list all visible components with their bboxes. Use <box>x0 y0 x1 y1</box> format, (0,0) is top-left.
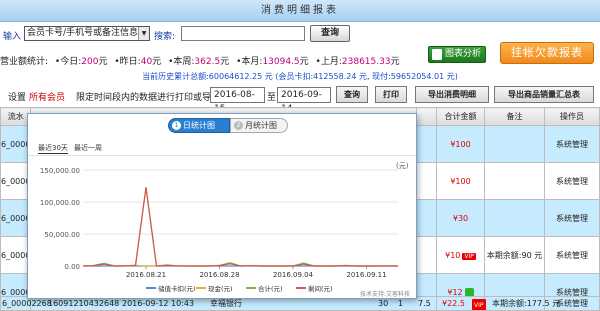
input-label: 输入 <box>3 29 21 42</box>
x-tick-label: 2016.09.04 <box>273 271 314 279</box>
filter-query-button[interactable]: 查询 <box>336 86 368 103</box>
legend-label: 合计(元) <box>258 284 283 293</box>
history-unit: 元 <box>265 72 273 81</box>
history-label: 当前历史累计总额: <box>142 72 209 81</box>
legend-label: 现金(元) <box>208 284 233 293</box>
yesterday-unit: 元 <box>152 55 161 69</box>
history-total: 60064612.25 <box>209 72 262 81</box>
col-operator: 操作员 <box>545 108 600 126</box>
chart-icon <box>432 49 442 60</box>
daily-line-chart: 0.00 50,000.00 100,000.00 150,000.00 (元) 2016… <box>28 158 416 298</box>
row-note <box>485 200 545 237</box>
row-amount: ¥100 <box>437 126 485 163</box>
member-value: 412558.24 <box>313 72 356 81</box>
search-input[interactable] <box>181 26 305 41</box>
credit-text: 技术支持:艾客科技 <box>360 290 410 298</box>
query-button[interactable]: 查询 <box>310 25 350 42</box>
search-type-select[interactable]: 会员卡号/手机号或备注信息 ▼ <box>24 26 150 41</box>
yesterday-value: 40 <box>141 55 152 69</box>
col-total: 合计金额 <box>437 108 485 126</box>
lastmonth-unit: 元 <box>391 55 400 69</box>
lastmonth-value: 238615.33 <box>342 55 391 69</box>
row-note: 本期余额:177.5 元 <box>492 297 560 310</box>
history-summary: 当前历史累计总额:60064612.25 元 (会员卡扣:412558.24 元… <box>0 71 600 82</box>
history-end: 元) <box>447 72 458 81</box>
subtab-recent-week[interactable]: 最近一周 <box>74 143 102 153</box>
lastmonth-label: 上月: <box>321 55 342 69</box>
range-text: 限定时间段内的数据进行打印或导出 <box>76 90 220 103</box>
month-label: 本月: <box>241 55 262 69</box>
date-from-input[interactable]: 2016-08-15 <box>210 87 265 103</box>
tab-monthly-label: 月统计图 <box>245 121 277 130</box>
vip-badge: VIP <box>462 253 476 260</box>
y-axis-unit: (元) <box>396 162 409 170</box>
window-title: 消费明细报表 <box>0 0 600 22</box>
chevron-down-icon[interactable]: ▼ <box>138 27 149 40</box>
row-amount: ¥30 <box>437 200 485 237</box>
tab-number-icon: 2 <box>234 121 243 130</box>
tab-daily-label: 日统计图 <box>183 121 215 130</box>
row-note: 本期余额:90 元 <box>485 237 545 274</box>
row-note <box>485 163 545 200</box>
export-summary-button[interactable]: 导出商品销量汇总表 <box>494 86 594 103</box>
tab-daily-chart[interactable]: 1日统计图 <box>168 118 230 133</box>
print-button[interactable]: 打印 <box>375 86 407 103</box>
date-to-input[interactable]: 2016-09-14 <box>277 87 331 103</box>
y-tick-label: 100,000.00 <box>40 199 80 207</box>
row-amount: ¥22.5 <box>442 297 465 310</box>
cash-label: 元, 现付: <box>359 72 391 81</box>
today-unit: 元 <box>98 55 107 69</box>
debt-report-button[interactable]: 挂帐欠款报表 <box>500 42 594 64</box>
legend-label: 储值卡扣(元) <box>158 284 196 293</box>
filter-bar: 设置 所有会员 限定时间段内的数据进行打印或导出 2016-08-15 至 20… <box>0 86 600 104</box>
y-tick-label: 150,000.00 <box>40 167 80 175</box>
x-tick-label: 2016.08.28 <box>199 271 239 279</box>
col-note: 备注 <box>485 108 545 126</box>
row-note <box>485 126 545 163</box>
all-members-link[interactable]: 所有会员 <box>29 90 65 103</box>
row-operator: 系统管理 <box>545 163 600 200</box>
col-blank <box>417 108 437 126</box>
row-operator: 系统管理 <box>545 126 600 163</box>
member-label: (会员卡扣: <box>275 72 313 81</box>
row-operator: 系统管理 <box>556 297 588 310</box>
legend-label: 剩间(元) <box>308 284 333 293</box>
chart-analysis-button[interactable]: 图表分析 <box>428 46 486 63</box>
subtab-recent30[interactable]: 最近30天 <box>38 143 68 154</box>
search-label: 搜索: <box>154 29 175 42</box>
chart-tabs: 1日统计图 2月统计图 <box>168 118 288 133</box>
row-amount: ¥10 <box>445 251 460 260</box>
business-stats: 营业额统计: •今日:200元 •昨日:40元 •本周:362.5元 •本月:1… <box>0 55 430 69</box>
vip-badge: VIP <box>472 299 486 310</box>
month-unit: 元 <box>300 55 309 69</box>
week-label: 本周: <box>173 55 194 69</box>
y-tick-label: 0.00 <box>64 263 80 271</box>
x-tick-label: 2016.08.21 <box>126 271 166 279</box>
export-detail-button[interactable]: 导出消费明细 <box>415 86 489 103</box>
month-value: 13094.5 <box>262 55 299 69</box>
search-type-value: 会员卡号/手机号或备注信息 <box>27 28 138 38</box>
row-amount: ¥100 <box>437 163 485 200</box>
row-operator: 系统管理 <box>545 237 600 274</box>
tab-monthly-chart[interactable]: 2月统计图 <box>230 118 288 133</box>
row-price: 7.5 <box>418 297 431 310</box>
tab-number-icon: 1 <box>172 121 181 130</box>
cash-value: 59652054.01 <box>391 72 444 81</box>
row-operator: 系统管理 <box>545 200 600 237</box>
week-value: 362.5 <box>194 55 220 69</box>
today-label: 今日: <box>60 55 81 69</box>
y-tick-label: 50,000.00 <box>44 231 80 239</box>
yesterday-label: 昨日: <box>120 55 141 69</box>
series-line <box>83 187 398 266</box>
today-value: 200 <box>81 55 98 69</box>
series-line <box>83 187 398 266</box>
search-bar: 输入 会员卡号/手机号或备注信息 ▼ 搜索: 查询 <box>0 25 600 43</box>
x-tick-label: 2016.09.11 <box>346 271 386 279</box>
to-label: 至 <box>267 90 276 103</box>
chart-popup: 1日统计图 2月统计图 最近30天 最近一周 0.00 50,000.00 100,… <box>27 113 417 299</box>
stats-label: 营业额统计: <box>0 55 48 69</box>
chart-analysis-label: 图表分析 <box>445 49 481 59</box>
week-unit: 元 <box>220 55 229 69</box>
set-label: 设置 <box>8 90 26 103</box>
